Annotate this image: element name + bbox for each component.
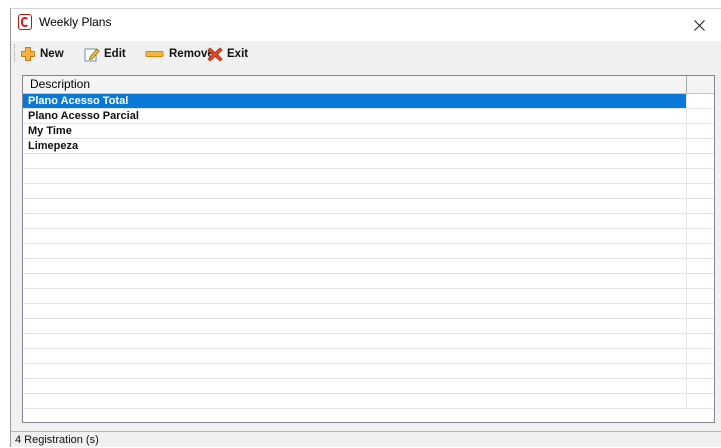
status-bar: 4 Registration (s) — [11, 431, 721, 448]
exit-button-label: Exit — [227, 48, 249, 60]
exit-button[interactable]: Exit — [207, 44, 248, 64]
remove-button[interactable]: Remove — [145, 44, 214, 64]
description-cell — [23, 334, 687, 348]
description-cell — [23, 364, 687, 378]
empty-table-row — [23, 349, 714, 364]
description-cell — [23, 184, 687, 198]
column-header-filler — [687, 76, 714, 93]
empty-table-row — [23, 214, 714, 229]
toolbar: New Edit Remove Exit — [11, 41, 721, 67]
grid-rows: Plano Acesso Total Plano Acesso Parcial My… — [23, 94, 714, 409]
description-cell — [23, 229, 687, 243]
empty-table-row — [23, 184, 714, 199]
empty-table-row — [23, 289, 714, 304]
window-title: Weekly Plans — [39, 15, 112, 29]
description-cell: Limepeza — [23, 139, 687, 153]
toolbar-grip[interactable] — [14, 45, 17, 62]
empty-table-row — [23, 229, 714, 244]
empty-table-row — [23, 259, 714, 274]
description-cell: Plano Acesso Parcial — [23, 109, 687, 123]
description-cell — [23, 244, 687, 258]
plus-icon — [20, 46, 36, 62]
plans-grid[interactable]: Description Plano Acesso Total Plano Aces… — [22, 75, 715, 423]
description-cell: Plano Acesso Total — [23, 94, 687, 108]
description-cell — [23, 259, 687, 273]
description-cell — [23, 154, 687, 168]
description-cell — [23, 274, 687, 288]
empty-table-row — [23, 394, 714, 409]
empty-table-row — [23, 244, 714, 259]
description-cell — [23, 304, 687, 318]
description-cell — [23, 289, 687, 303]
title-bar: Weekly Plans — [11, 9, 721, 41]
empty-table-row — [23, 199, 714, 214]
table-row[interactable]: Plano Acesso Parcial — [23, 109, 714, 124]
grid-header: Description — [23, 76, 714, 94]
edit-button-label: Edit — [104, 48, 126, 60]
edit-button[interactable]: Edit — [84, 44, 126, 64]
close-icon — [693, 20, 705, 31]
description-cell — [23, 199, 687, 213]
description-cell — [23, 379, 687, 393]
empty-table-row — [23, 379, 714, 394]
description-cell — [23, 319, 687, 333]
new-button[interactable]: New — [20, 44, 64, 64]
table-row[interactable]: Limepeza — [23, 139, 714, 154]
table-row[interactable]: Plano Acesso Total — [23, 94, 714, 109]
empty-table-row — [23, 334, 714, 349]
edit-icon — [84, 46, 100, 62]
close-icon — [207, 46, 223, 62]
empty-table-row — [23, 169, 714, 184]
weekly-plans-window: Weekly Plans New Edit Remove Exit Descri… — [10, 8, 721, 447]
column-header-description[interactable]: Description — [23, 76, 687, 93]
close-window-button[interactable] — [677, 9, 721, 41]
new-button-label: New — [40, 48, 64, 60]
empty-table-row — [23, 319, 714, 334]
app-logo-icon — [18, 14, 32, 30]
empty-table-row — [23, 364, 714, 379]
description-cell — [23, 349, 687, 363]
empty-table-row — [23, 154, 714, 169]
description-cell — [23, 169, 687, 183]
empty-table-row — [23, 274, 714, 289]
minus-icon — [145, 46, 165, 62]
empty-table-row — [23, 304, 714, 319]
description-cell: My Time — [23, 124, 687, 138]
table-row[interactable]: My Time — [23, 124, 714, 139]
description-cell — [23, 214, 687, 228]
description-cell — [23, 394, 687, 408]
